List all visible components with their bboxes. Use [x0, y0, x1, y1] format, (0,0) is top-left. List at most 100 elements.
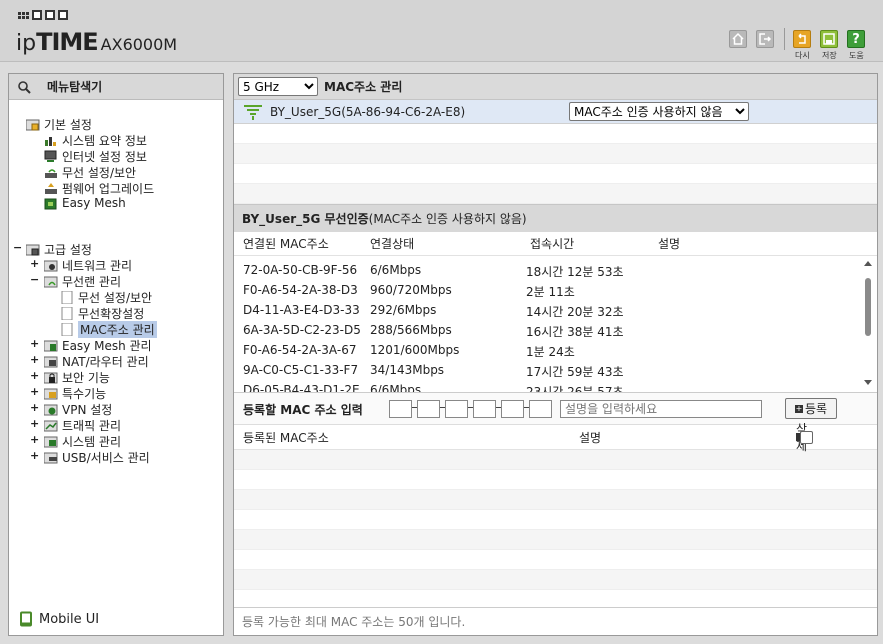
menu-easy-mesh-label: Easy Mesh: [62, 196, 126, 210]
header: ipTIME AX6000M 다시 저장 ? 도움: [0, 0, 883, 62]
router-icon: [43, 355, 58, 368]
empty-row: [234, 550, 877, 570]
collapse-icon[interactable]: −: [13, 241, 22, 254]
save-button[interactable]: [820, 30, 838, 48]
col-mac: 연결된 MAC주소: [243, 237, 329, 251]
special-icon: [43, 387, 58, 400]
mac-octet-input-6[interactable]: [529, 400, 552, 418]
empty-row: [234, 184, 877, 204]
ssid-row[interactable]: BY_User_5G(5A-86-94-C6-2A-E8) MAC주소 인증 사…: [234, 100, 877, 124]
menu-easy-mesh-manage[interactable]: Easy Mesh 관리: [43, 337, 152, 354]
brand-logo: ipTIME AX6000M: [16, 28, 177, 56]
menu-easy-mesh[interactable]: Easy Mesh: [44, 196, 126, 210]
menu-easy-mesh-manage-label: Easy Mesh 관리: [62, 339, 152, 353]
table-scrollbar[interactable]: [861, 258, 875, 388]
footer-note-text: 등록 가능한 최대 MAC 주소는 50개 입니다.: [242, 615, 466, 629]
mac-management-header: 5 GHz MAC주소 관리: [234, 74, 877, 100]
table-row[interactable]: 6A-3A-5D-C2-23-D5 288/566Mbps 16시간 38분 4…: [234, 320, 859, 340]
menu-wireless-extension-label: 무선확장설정: [78, 307, 145, 321]
help-label: 도움: [849, 51, 864, 60]
save-label: 저장: [822, 51, 837, 60]
row-time: 17시간 59분 43초: [526, 365, 624, 379]
home-icon: [732, 32, 744, 45]
expand-icon[interactable]: +: [30, 401, 39, 414]
select-all-checkbox[interactable]: [800, 430, 813, 444]
row-time: 14시간 20분 32초: [526, 305, 624, 319]
collapse-icon[interactable]: −: [30, 273, 39, 286]
expand-icon[interactable]: +: [30, 369, 39, 382]
mac-octet-input-5[interactable]: [501, 400, 524, 418]
mac-auth-select[interactable]: MAC주소 인증 사용하지 않음: [569, 102, 749, 121]
menu-mac-address[interactable]: MAC주소 관리: [60, 321, 157, 338]
table-row[interactable]: D4-11-A3-E4-D3-33 292/6Mbps 14시간 20분 32초: [234, 300, 859, 320]
menu-search-bar[interactable]: 메뉴탐색기: [9, 74, 223, 100]
row-state: 6/6Mbps: [370, 263, 422, 277]
wireless-icon: [44, 166, 58, 179]
menu-system-summary[interactable]: 시스템 요약 정보: [44, 132, 147, 149]
vpn-icon: [43, 403, 58, 416]
page-icon: [60, 322, 74, 337]
menu-nat-router[interactable]: NAT/라우터 관리: [43, 353, 149, 370]
menu-internet-info[interactable]: 인터넷 설정 정보: [44, 148, 147, 165]
mac-octet-input-3[interactable]: [445, 400, 468, 418]
scrollbar-graphic: [864, 261, 872, 385]
expand-icon[interactable]: +: [30, 449, 39, 462]
lock-icon: [43, 371, 58, 384]
table-row[interactable]: D6-05-B4-43-D1-2E 6/6Mbps 23시간 26분 57초: [234, 380, 859, 392]
expand-icon[interactable]: +: [30, 257, 39, 270]
col-registered-desc: 설명: [579, 430, 602, 445]
menu-wireless-setup[interactable]: 무선 설정/보안: [44, 164, 136, 181]
save-icon: [823, 33, 835, 45]
menu-security-label: 보안 기능: [62, 371, 110, 385]
menu-wireless-security[interactable]: 무선 설정/보안: [60, 289, 152, 306]
table-row[interactable]: F0-A6-54-2A-38-D3 960/720Mbps 2분 11초: [234, 280, 859, 300]
home-button[interactable]: [729, 30, 747, 48]
logout-button[interactable]: [756, 30, 774, 48]
menu-firmware-upgrade[interactable]: 펌웨어 업그레이드: [44, 180, 154, 197]
menu-security[interactable]: 보안 기능: [43, 369, 110, 386]
menu-traffic[interactable]: 트래픽 관리: [43, 417, 121, 434]
menu-vpn[interactable]: VPN 설정: [43, 401, 112, 418]
network-icon: [43, 259, 58, 272]
menu-network[interactable]: 네트워크 관리: [43, 257, 132, 274]
row-mac: D6-05-B4-43-D1-2E: [243, 383, 360, 392]
expand-icon[interactable]: +: [30, 337, 39, 350]
table-row[interactable]: 9A-C0-C5-C1-33-F7 34/143Mbps 17시간 59분 43…: [234, 360, 859, 380]
register-mac-row: 등록할 MAC 주소 입력 + 등록: [234, 392, 877, 424]
help-button[interactable]: ?: [847, 30, 865, 48]
registered-table-header: 등록된 MAC주소 설명 삭제: [234, 422, 877, 453]
menu-system[interactable]: 시스템 관리: [43, 433, 121, 450]
expand-icon[interactable]: +: [30, 417, 39, 430]
table-row[interactable]: F0-A6-54-2A-3A-67 1201/600Mbps 1분 24초: [234, 340, 859, 360]
expand-icon[interactable]: +: [30, 433, 39, 446]
row-time: 1분 24초: [526, 345, 575, 359]
mobile-ui-link[interactable]: Mobile UI: [19, 611, 99, 627]
row-mac: F0-A6-54-2A-38-D3: [243, 283, 358, 297]
undo-icon: [798, 33, 806, 44]
menu-wireless-extension[interactable]: 무선확장설정: [60, 305, 144, 322]
band-select[interactable]: 5 GHz: [238, 77, 318, 96]
menu-basic-settings[interactable]: 기본 설정: [25, 116, 92, 133]
mac-octet-input-1[interactable]: [389, 400, 412, 418]
section-note: (MAC주소 인증 사용하지 않음): [368, 212, 527, 226]
menu-advanced-settings[interactable]: 고급 설정: [25, 241, 92, 258]
menu-special[interactable]: 특수기능: [43, 385, 106, 402]
mac-octet-input-4[interactable]: [473, 400, 496, 418]
brand-ip: ip: [16, 31, 37, 56]
register-button[interactable]: + 등록: [785, 398, 837, 419]
expand-icon[interactable]: +: [30, 385, 39, 398]
row-mac: 9A-C0-C5-C1-33-F7: [243, 363, 359, 377]
empty-row: [234, 490, 877, 510]
expand-icon[interactable]: +: [30, 353, 39, 366]
row-state: 288/566Mbps: [370, 323, 452, 337]
register-mac-label: 등록할 MAC 주소 입력: [243, 403, 363, 417]
table-row[interactable]: 72-0A-50-CB-9F-56 6/6Mbps 18시간 12분 53초: [234, 260, 859, 280]
mobile-ui-label: Mobile UI: [39, 611, 100, 627]
mac-octet-input-2[interactable]: [417, 400, 440, 418]
menu-usb-service[interactable]: USB/서비스 관리: [43, 449, 150, 466]
redo-button[interactable]: [793, 30, 811, 48]
empty-row: [234, 164, 877, 184]
menu-wireless-lan[interactable]: 무선랜 관리: [43, 273, 121, 290]
description-input[interactable]: [560, 400, 762, 418]
search-icon: [18, 80, 31, 94]
